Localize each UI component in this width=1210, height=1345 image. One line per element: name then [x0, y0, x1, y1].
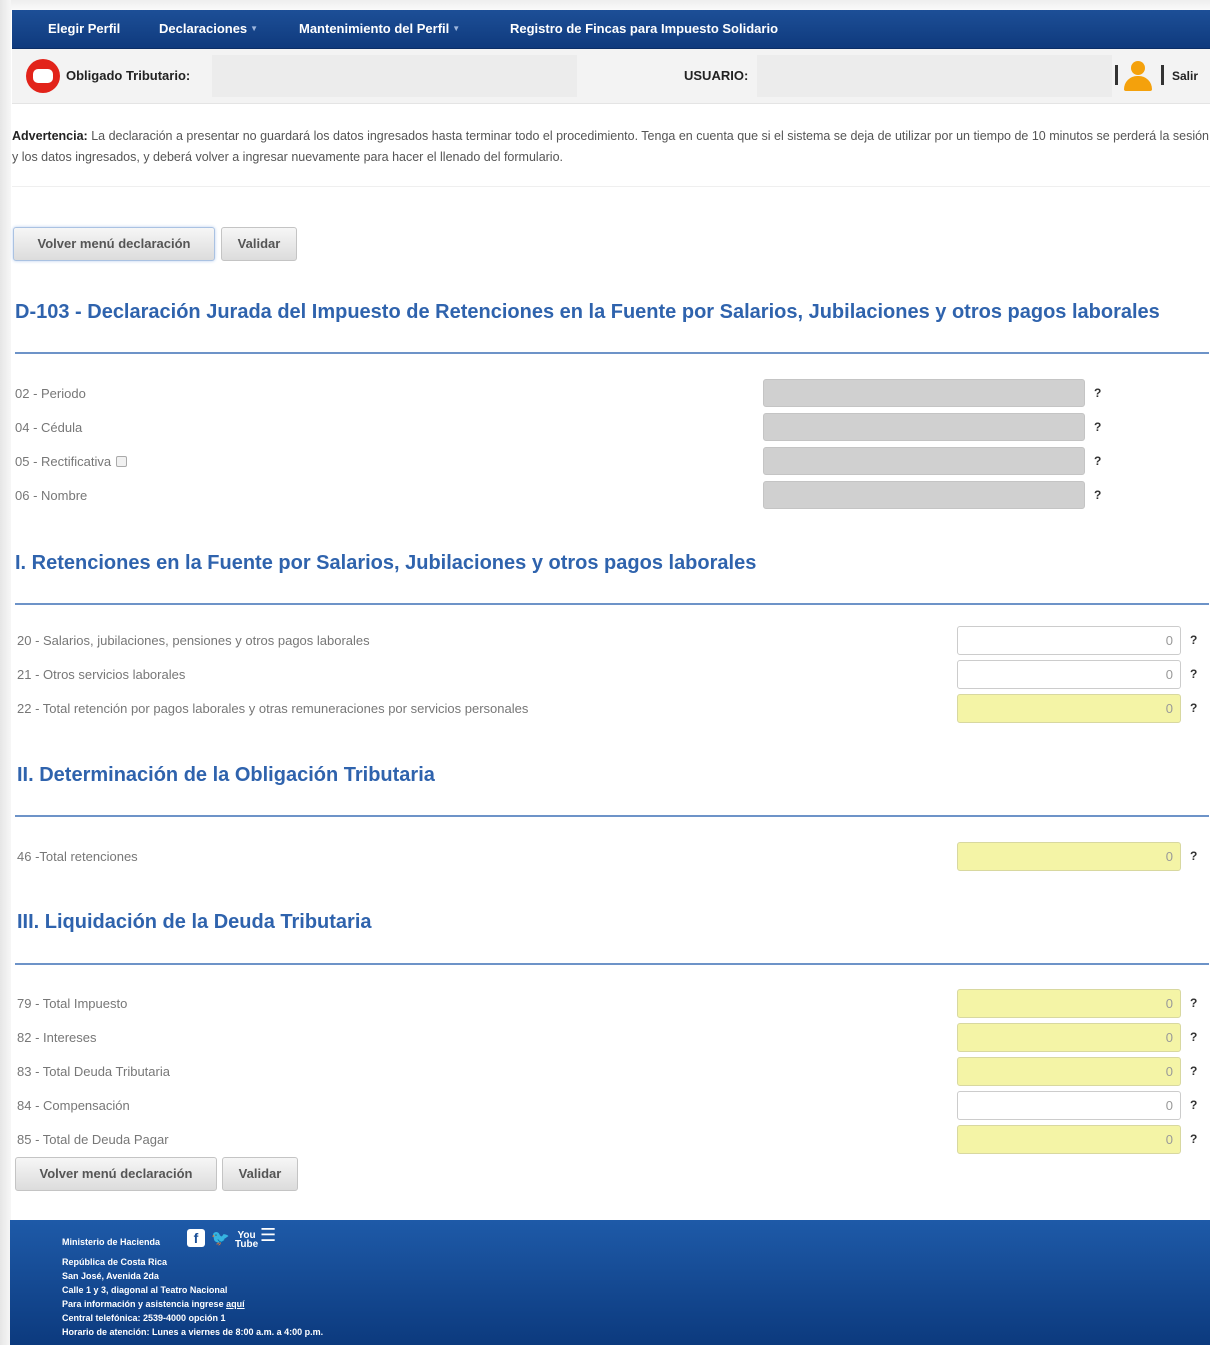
taxpayer-label: Obligado Tributario: — [66, 68, 191, 83]
warning-message: Advertencia: La declaración a presentar … — [12, 126, 1210, 168]
section-divider — [15, 352, 1209, 354]
footer-address: San José, Avenida 2da — [62, 1271, 159, 1281]
help-21-icon[interactable]: ? — [1190, 667, 1197, 681]
footer-country: República de Costa Rica — [62, 1257, 168, 1267]
list-icon[interactable]: ☰ — [260, 1225, 276, 1246]
help-periodo-icon[interactable]: ? — [1094, 386, 1101, 400]
help-22-icon[interactable]: ? — [1190, 701, 1197, 715]
field-21-input[interactable]: 0 — [957, 660, 1181, 689]
divider — [1161, 65, 1164, 85]
help-cedula-icon[interactable]: ? — [1094, 420, 1101, 434]
field-46-output: 0 — [957, 842, 1181, 871]
field-label-20: 20 - Salarios, jubilaciones, pensiones y… — [17, 633, 370, 648]
field-label-22: 22 - Total retención por pagos laborales… — [17, 701, 529, 716]
field-label-46: 46 -Total retenciones — [17, 849, 138, 864]
section-divider — [15, 963, 1209, 965]
user-label: USUARIO: — [684, 68, 749, 83]
nombre-field — [763, 481, 1085, 509]
cedula-field — [763, 413, 1085, 441]
nav-item-mantenimiento-perfil[interactable]: Mantenimiento del Perfil ▼ — [299, 21, 460, 36]
field-82-output: 0 — [957, 1023, 1181, 1052]
help-nombre-icon[interactable]: ? — [1094, 488, 1101, 502]
user-profile-icon[interactable] — [1122, 61, 1154, 91]
validate-button-bottom[interactable]: Validar — [222, 1157, 298, 1191]
site-footer: Ministerio de Hacienda f 🐦 You Tube ☰ Rep… — [10, 1220, 1210, 1345]
field-label-rectificativa: 05 - Rectificativa — [15, 454, 128, 469]
section-title-liquidacion: III. Liquidación de la Deuda Tributaria — [17, 911, 372, 933]
field-label-cedula: 04 - Cédula — [15, 420, 83, 435]
user-value — [757, 55, 1112, 97]
validate-button-top[interactable]: Validar — [221, 227, 297, 261]
divider — [12, 186, 1210, 187]
page: Elegir Perfil Declaraciones ▼ Mantenimien… — [0, 0, 1210, 1345]
hacienda-logo — [26, 59, 60, 93]
rectificativa-field — [763, 447, 1085, 475]
top-shadow — [0, 0, 1210, 10]
logout-link[interactable]: Salir — [1172, 69, 1198, 83]
warning-text: La declaración a presentar no guardará l… — [12, 129, 1210, 164]
help-83-icon[interactable]: ? — [1190, 1064, 1197, 1078]
footer-ministry: Ministerio de Hacienda — [62, 1237, 161, 1247]
nav-item-declaraciones[interactable]: Declaraciones ▼ — [159, 21, 258, 36]
field-label-nombre: 06 - Nombre — [15, 488, 88, 503]
field-20-input[interactable]: 0 — [957, 626, 1181, 655]
field-22-output: 0 — [957, 694, 1181, 723]
footer-info-link[interactable]: aquí — [226, 1299, 245, 1309]
section-title-determinacion: II. Determinación de la Obligación Tribu… — [17, 764, 435, 786]
help-rectificativa-icon[interactable]: ? — [1094, 454, 1101, 468]
nav-item-registro-fincas[interactable]: Registro de Fincas para Impuesto Solidar… — [510, 21, 778, 36]
chevron-down-icon: ▼ — [452, 24, 461, 33]
help-82-icon[interactable]: ? — [1190, 1030, 1197, 1044]
field-83-output: 0 — [957, 1057, 1181, 1086]
field-label-periodo: 02 - Periodo — [15, 386, 86, 401]
help-20-icon[interactable]: ? — [1190, 633, 1197, 647]
field-79-output: 0 — [957, 989, 1181, 1018]
back-to-menu-button-bottom[interactable]: Volver menú declaración — [15, 1157, 217, 1191]
rectificativa-checkbox[interactable] — [116, 456, 128, 467]
nav-item-elegir-perfil[interactable]: Elegir Perfil — [48, 21, 120, 36]
youtube-icon[interactable]: You Tube — [235, 1231, 258, 1250]
top-navbar: Elegir Perfil Declaraciones ▼ Mantenimien… — [12, 10, 1210, 49]
left-shadow — [0, 0, 11, 1345]
section-divider — [15, 815, 1209, 817]
field-label-79: 79 - Total Impuesto — [17, 996, 128, 1011]
help-84-icon[interactable]: ? — [1190, 1098, 1197, 1112]
field-85-output: 0 — [957, 1125, 1181, 1154]
section-title-retenciones: I. Retenciones en la Fuente por Salarios… — [15, 552, 757, 574]
footer-street: Calle 1 y 3, diagonal al Teatro Nacional — [62, 1285, 228, 1295]
back-to-menu-button-top[interactable]: Volver menú declaración — [13, 227, 215, 261]
field-84-input[interactable]: 0 — [957, 1091, 1181, 1120]
help-79-icon[interactable]: ? — [1190, 996, 1197, 1010]
footer-hours: Horario de atención: Lunes a viernes de … — [62, 1327, 324, 1337]
twitter-icon[interactable]: 🐦 — [211, 1229, 230, 1247]
facebook-icon[interactable]: f — [187, 1229, 205, 1247]
field-label-84: 84 - Compensación — [17, 1098, 130, 1113]
account-header: Obligado Tributario: USUARIO: Salir — [12, 49, 1210, 104]
taxpayer-value — [212, 55, 577, 97]
warning-title: Advertencia: — [12, 129, 88, 143]
help-85-icon[interactable]: ? — [1190, 1132, 1197, 1146]
field-label-85: 85 - Total de Deuda Pagar — [17, 1132, 169, 1147]
field-label-21: 21 - Otros servicios laborales — [17, 667, 186, 682]
section-divider — [15, 603, 1209, 605]
footer-info: Para información y asistencia ingrese aq… — [62, 1299, 245, 1309]
field-label-82: 82 - Intereses — [17, 1030, 97, 1045]
help-46-icon[interactable]: ? — [1190, 849, 1197, 863]
divider — [1115, 65, 1118, 85]
field-label-83: 83 - Total Deuda Tributaria — [17, 1064, 170, 1079]
chevron-down-icon: ▼ — [250, 24, 259, 33]
footer-phone: Central telefónica: 2539-4000 opción 1 — [62, 1313, 226, 1323]
form-title: D-103 - Declaración Jurada del Impuesto … — [15, 301, 1160, 323]
periodo-field — [763, 379, 1085, 407]
